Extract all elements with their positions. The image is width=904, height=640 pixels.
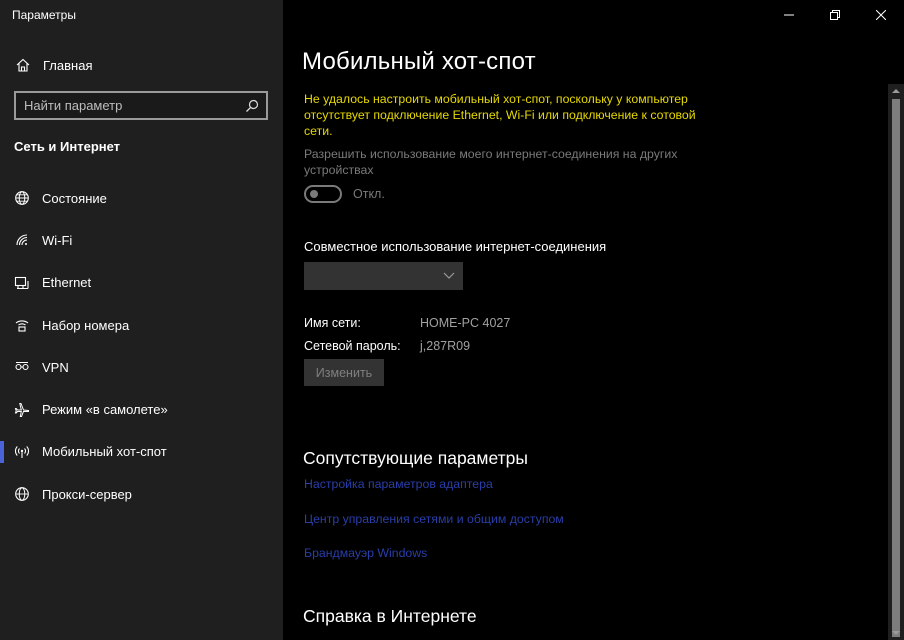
firewall-link[interactable]: Брандмауэр Windows	[304, 546, 427, 560]
scroll-up-button[interactable]	[888, 84, 904, 98]
app-title: Параметры	[12, 8, 76, 22]
airplane-icon	[13, 401, 31, 419]
network-name-value: HOME-PC 4027	[420, 316, 511, 330]
minimize-icon	[784, 14, 794, 16]
sidebar-item-label: VPN	[42, 359, 69, 375]
sidebar-item-label: Состояние	[42, 190, 107, 206]
adapter-settings-link[interactable]: Настройка параметров адаптера	[304, 477, 493, 491]
sidebar-item-airplane-mode[interactable]: Режим «в самолете»	[0, 388, 283, 430]
search-input[interactable]: Найти параметр	[14, 91, 268, 120]
close-icon	[876, 10, 886, 20]
vpn-icon	[13, 358, 31, 376]
window-caption-buttons	[766, 0, 904, 30]
restore-button[interactable]	[812, 0, 858, 30]
minimize-button[interactable]	[766, 0, 812, 30]
home-icon	[14, 56, 32, 74]
sidebar-item-proxy[interactable]: Прокси-сервер	[0, 473, 283, 515]
sidebar-item-label: Ethernet	[42, 275, 92, 291]
online-help-title: Справка в Интернете	[303, 606, 477, 626]
sidebar-item-dialup[interactable]: Набор номера	[0, 304, 283, 346]
main-content: Мобильный хот-спот Не удалось настроить …	[283, 0, 904, 640]
scrollbar[interactable]	[888, 84, 904, 640]
sidebar-item-ethernet[interactable]: Ethernet	[0, 262, 283, 304]
section-title: Сеть и Интернет	[14, 139, 121, 154]
sidebar-item-status[interactable]: Состояние	[0, 177, 283, 219]
sidebar-item-label: Прокси-сервер	[42, 486, 132, 502]
globe-icon	[13, 189, 31, 207]
sidebar-item-vpn[interactable]: VPN	[0, 346, 283, 388]
network-name-label: Имя сети:	[304, 316, 361, 330]
ics-dropdown[interactable]	[304, 262, 463, 290]
hotspot-toggle[interactable]	[304, 185, 342, 203]
search-placeholder: Найти параметр	[24, 98, 123, 113]
scroll-thumb[interactable]	[892, 99, 900, 637]
chevron-down-icon	[443, 272, 455, 279]
globe-icon	[13, 485, 31, 503]
ics-label: Совместное использование интернет-соедин…	[304, 239, 607, 254]
ethernet-icon	[13, 274, 31, 292]
sidebar-item-home[interactable]: Главная	[0, 52, 283, 78]
edit-button[interactable]: Изменить	[304, 359, 384, 386]
restore-icon	[830, 10, 840, 20]
network-password-label: Сетевой пароль:	[304, 339, 401, 353]
close-button[interactable]	[858, 0, 904, 30]
network-center-link[interactable]: Центр управления сетями и общим доступом	[304, 512, 564, 526]
page-title: Мобильный хот-спот	[302, 48, 536, 75]
hotspot-icon	[13, 443, 31, 461]
sidebar-item-wifi[interactable]: Wi-Fi	[0, 219, 283, 261]
share-connection-label: Разрешить использование моего интернет-с…	[304, 147, 678, 177]
warning-message: Не удалось настроить мобильный хот-спот,…	[304, 92, 696, 138]
sidebar-item-label: Wi-Fi	[42, 232, 73, 248]
wifi-icon	[13, 231, 31, 249]
sidebar-item-label: Мобильный хот-спот	[42, 444, 167, 460]
network-password-value: j,287R09	[420, 339, 471, 353]
sidebar-item-label: Набор номера	[42, 317, 130, 333]
sidebar-item-mobile-hotspot[interactable]: Мобильный хот-спот	[0, 431, 283, 473]
dialup-icon	[13, 316, 31, 334]
chevron-up-icon	[892, 89, 900, 93]
settings-window: Параметры Главная Найти параметр Сеть и …	[0, 0, 904, 640]
related-settings-title: Сопутствующие параметры	[303, 448, 528, 468]
chevron-down-icon	[892, 631, 900, 635]
sidebar-nav: Состояние Wi-Fi Ethernet Набор номера VP…	[0, 177, 283, 515]
sidebar-item-label: Режим «в самолете»	[42, 402, 168, 418]
home-label: Главная	[43, 57, 93, 73]
search-icon[interactable]	[241, 95, 263, 117]
toggle-knob	[310, 190, 318, 198]
sidebar: Параметры Главная Найти параметр Сеть и …	[0, 0, 283, 640]
scroll-down-button[interactable]	[888, 626, 904, 640]
toggle-state-label: Откл.	[353, 187, 385, 201]
